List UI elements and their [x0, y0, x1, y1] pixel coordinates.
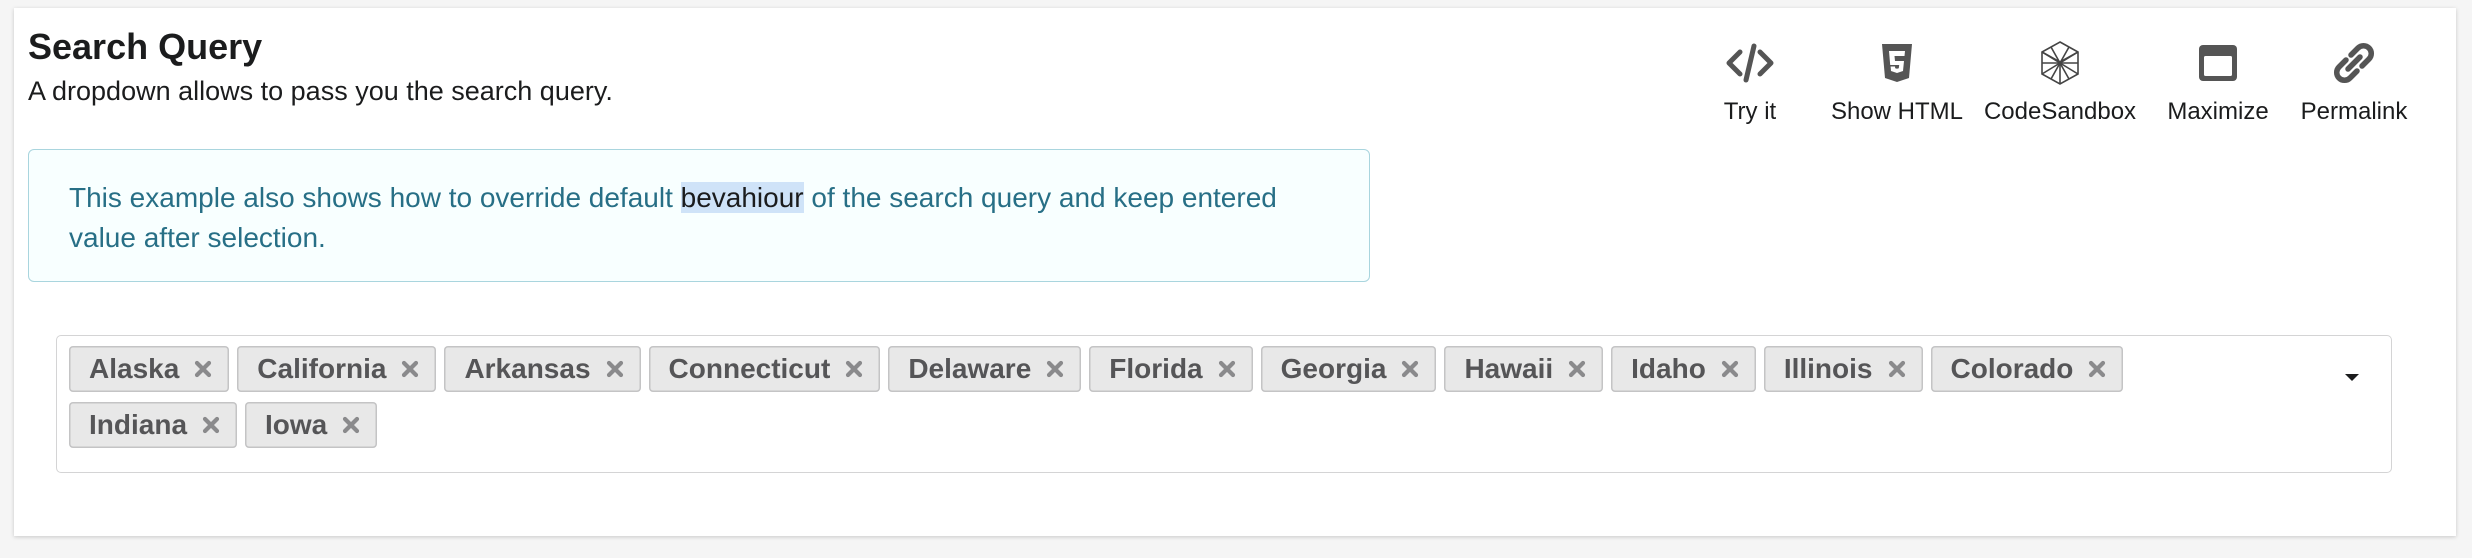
selected-label-text: Idaho [1631, 353, 1706, 384]
selected-label-text: Connecticut [668, 353, 831, 384]
close-icon[interactable] [193, 346, 215, 392]
try-it-button[interactable]: Try it [1690, 38, 1810, 126]
caret-down-icon[interactable] [2341, 366, 2363, 388]
selected-label[interactable]: Indiana [69, 402, 238, 448]
selected-label-text: Iowa [265, 409, 328, 440]
tool-label: Try it [1723, 98, 1777, 125]
tool-label: Permalink [2300, 98, 2408, 125]
selected-label[interactable]: California [237, 346, 437, 392]
selected-label-text: Indiana [89, 409, 188, 440]
close-icon[interactable] [1567, 346, 1589, 392]
close-icon[interactable] [341, 402, 363, 448]
close-icon[interactable] [201, 402, 223, 448]
highlighted-word: bevahiour [680, 182, 804, 213]
selected-label[interactable]: Delaware [888, 346, 1082, 392]
codesandbox-icon [2041, 41, 2079, 85]
selected-label[interactable]: Connecticut [648, 346, 881, 392]
link-icon [2333, 42, 2375, 84]
close-icon[interactable] [1400, 346, 1422, 392]
selected-label-text: Alaska [89, 353, 180, 384]
example-toolbar: Try it Show HTML CodeSandbox Maximize Pe… [1690, 38, 2430, 128]
selected-label-text: California [257, 353, 387, 384]
selected-label-text: Georgia [1280, 353, 1387, 384]
selected-label-text: Arkansas [464, 353, 591, 384]
selected-label[interactable]: Colorado [1930, 346, 2124, 392]
selected-label[interactable]: Iowa [245, 402, 378, 448]
close-icon[interactable] [2087, 346, 2109, 392]
selected-label-text: Florida [1109, 353, 1203, 384]
close-icon[interactable] [400, 346, 422, 392]
maximize-button[interactable]: Maximize [2150, 38, 2286, 126]
selected-label[interactable]: Arkansas [444, 346, 641, 392]
selected-label-text: Colorado [1950, 353, 2074, 384]
code-icon [1726, 43, 1774, 83]
selected-label[interactable]: Alaska [69, 346, 230, 392]
tool-label: CodeSandbox [1983, 98, 2137, 125]
close-icon[interactable] [844, 346, 866, 392]
selected-label-text: Delaware [908, 353, 1032, 384]
info-message: This example also shows how to override … [28, 149, 1370, 282]
info-text: This example also shows how to override … [69, 178, 1329, 258]
html5-icon [1882, 44, 1912, 82]
tool-label: Maximize [2167, 98, 2269, 125]
close-icon[interactable] [605, 346, 627, 392]
selected-labels: Alaska California Arkansas Connecticut Delaw… [69, 346, 2299, 458]
tool-label: Show HTML [1830, 98, 1964, 125]
page-title: Search Query [28, 26, 263, 67]
selected-label-text: Illinois [1783, 353, 1873, 384]
selected-label[interactable]: Florida [1089, 346, 1253, 392]
selected-label-text: Hawaii [1464, 353, 1554, 384]
permalink-button[interactable]: Permalink [2286, 38, 2422, 126]
selected-label[interactable]: Illinois [1763, 346, 1923, 392]
page-subtitle: A dropdown allows to pass you the search… [28, 76, 613, 106]
close-icon[interactable] [1720, 346, 1742, 392]
info-text-before: This example also shows how to override … [69, 182, 681, 213]
close-icon[interactable] [1217, 346, 1239, 392]
selected-label[interactable]: Hawaii [1444, 346, 1604, 392]
close-icon[interactable] [1045, 346, 1067, 392]
maximize-icon [2199, 45, 2237, 81]
selected-label[interactable]: Georgia [1260, 346, 1437, 392]
show-html-button[interactable]: Show HTML [1812, 38, 1982, 126]
codesandbox-button[interactable]: CodeSandbox [1970, 38, 2150, 126]
close-icon[interactable] [1887, 346, 1909, 392]
state-multiselect-dropdown[interactable]: Alaska California Arkansas Connecticut Delaw… [56, 335, 2392, 473]
selected-label[interactable]: Idaho [1611, 346, 1756, 392]
